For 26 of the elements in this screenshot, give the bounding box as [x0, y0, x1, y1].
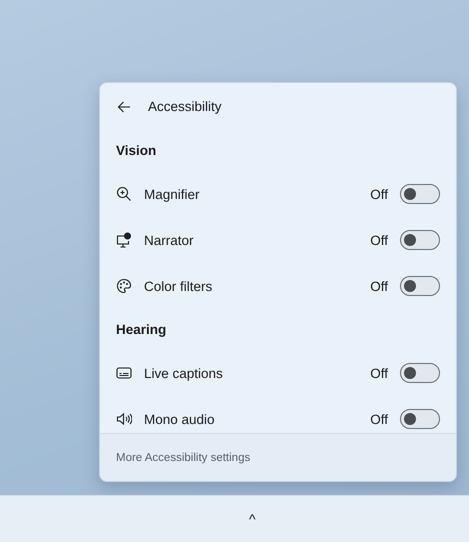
toggle-state: Off: [370, 186, 388, 202]
toggle-switch[interactable]: [400, 363, 440, 383]
magnifier-icon: [116, 186, 132, 202]
settings-link[interactable]: More Accessibility settings: [116, 452, 250, 464]
speaker-icon: [116, 411, 132, 427]
captions-icon: [116, 365, 132, 381]
setting-label: Narrator: [144, 232, 195, 248]
setting-label: Magnifier: [144, 186, 201, 202]
setting-label: Mono audio: [144, 412, 216, 426]
back-button[interactable]: [116, 98, 132, 114]
narrator-icon: [116, 232, 132, 248]
overflow-button[interactable]: ^: [249, 511, 256, 527]
section-heading: Hearing: [116, 322, 166, 337]
palette-icon: [116, 278, 132, 294]
toggle-switch[interactable]: [400, 276, 440, 296]
toggle-state: Off: [370, 366, 388, 380]
toggle-state: Off: [370, 232, 388, 248]
toggle-state: Off: [370, 412, 388, 426]
section-heading: Vision: [116, 143, 156, 158]
toggle-state: Off: [370, 278, 388, 294]
toggle-switch[interactable]: [400, 230, 440, 250]
setting-label: Live captions: [144, 366, 224, 380]
toggle-switch[interactable]: [400, 184, 440, 204]
toggle-switch[interactable]: [400, 409, 440, 429]
setting-label: Color filters: [144, 278, 214, 294]
panel-title: Accessibility: [148, 99, 222, 114]
